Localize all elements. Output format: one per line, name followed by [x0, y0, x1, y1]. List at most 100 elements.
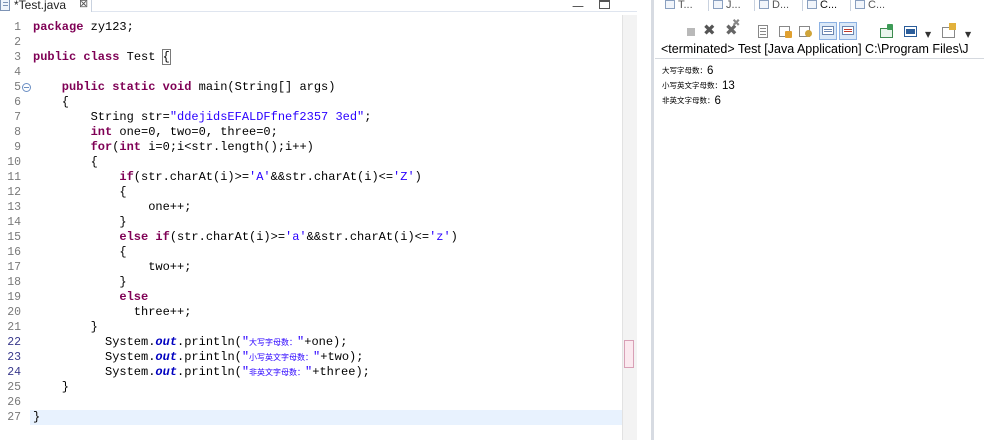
open-console-icon[interactable] [877, 22, 895, 40]
line-number: 11 [7, 171, 21, 184]
brace: } [119, 275, 127, 289]
code-line-12[interactable]: { [119, 185, 126, 200]
line-number: 27 [7, 411, 21, 424]
code-line-7[interactable]: String str="ddejidsEFALDFfnef2357 3ed"; [91, 110, 372, 125]
code-line-1[interactable]: package zy123; [33, 20, 134, 35]
line-number: 26 [7, 396, 21, 409]
code-line-18[interactable]: } [119, 275, 126, 290]
javadoc-icon [713, 0, 723, 9]
line-number-gutter: 1 2 3 4 5 6 7 8 9 10 11 12 13 14 15 16 17 18 19 20 21 22 23 24 2… [0, 15, 31, 440]
line-number: 18 [7, 276, 21, 289]
brace: { [61, 95, 69, 109]
ruler-marker[interactable] [624, 340, 634, 368]
line-number: 25 [7, 381, 21, 394]
code-line-8[interactable]: int one=0, two=0, three=0; [91, 125, 278, 140]
code-line-17[interactable]: two++; [148, 260, 191, 275]
code-line-23[interactable]: System.out.println("小写英文字母数："+two); [105, 350, 363, 366]
code-text: i=0;i<str.length();i++) [141, 140, 314, 154]
view-tab-label: T... [678, 0, 693, 11]
line-number: 12 [7, 186, 21, 199]
line-number: 21 [7, 321, 21, 334]
code-line-20[interactable]: three++; [134, 305, 192, 320]
code-line-14[interactable]: } [119, 215, 126, 230]
editor-tab-bar: *Test.java ⊠ — [0, 0, 637, 13]
code-line-9[interactable]: for(int i=0;i<str.length();i++) [91, 140, 314, 155]
display-selected-icon[interactable] [901, 22, 919, 40]
code-line-6[interactable]: { [62, 95, 69, 110]
line-number: 14 [7, 216, 21, 229]
code-line-25[interactable]: } [62, 380, 69, 395]
brace: } [119, 215, 127, 229]
line-number: 10 [7, 156, 21, 169]
code-line-10[interactable]: { [91, 155, 98, 170]
minimize-icon[interactable]: — [572, 0, 584, 13]
remove-launch-icon[interactable]: ✖ [701, 21, 719, 40]
scroll-lock-icon[interactable] [753, 22, 771, 40]
chevron-down-icon[interactable]: ▼ [965, 30, 971, 39]
pin-icon[interactable] [795, 22, 813, 40]
code-line-11[interactable]: if(str.charAt(i)>='A'&&str.charAt(i)<='Z… [119, 170, 421, 185]
terminate-icon[interactable] [681, 22, 699, 40]
brace: { [90, 155, 98, 169]
view-tab-tasks[interactable]: T... [665, 0, 693, 12]
code-text: &&str.charAt(i)<= [306, 230, 430, 244]
code-line-19[interactable]: else [119, 290, 148, 305]
show-stderr-icon[interactable] [839, 22, 857, 40]
overview-ruler[interactable] [622, 15, 637, 440]
pane-divider[interactable] [651, 0, 654, 440]
code-text: System. [105, 350, 156, 364]
code-text: two++; [148, 260, 192, 274]
code-area[interactable]: 1 2 3 4 5 6 7 8 9 10 11 12 13 14 15 16 17 18 19 20 21 22 23 24 2… [0, 15, 637, 440]
line-number: 13 [7, 201, 21, 214]
code-line-24[interactable]: System.out.println("非英文字母数："+three); [105, 365, 370, 381]
line-number: 19 [7, 291, 21, 304]
code-text: ) [450, 230, 458, 244]
word-wrap-icon[interactable] [775, 22, 793, 40]
code-line-13[interactable]: one++; [148, 200, 191, 215]
code-text: +three); [312, 365, 370, 379]
code-editor[interactable]: *Test.java ⊠ — 1 2 3 4 5 6 7 8 9 10 11 12 13 14 15 16 17… [0, 0, 637, 440]
code-line-5[interactable]: public static void main(String[] args) [62, 80, 336, 95]
line-number: 2 [14, 36, 21, 49]
code-text: +one); [304, 335, 348, 349]
console-output-line: 小写英文字母数：13 [662, 78, 735, 94]
console-icon [807, 0, 817, 9]
console-view[interactable]: T... J... D... C... C... ✖ ✖ ✖ ▼ ▼ <term… [655, 0, 984, 440]
code-text: .println( [177, 365, 242, 379]
collapse-icon[interactable] [22, 83, 31, 92]
static-field: out [155, 365, 178, 379]
tab-separator [754, 0, 755, 11]
view-tab-console[interactable]: C... [807, 0, 837, 12]
show-stdout-icon[interactable] [819, 22, 837, 40]
string-literal: 大写字母数： [249, 339, 298, 348]
close-icon[interactable]: ⊠ [79, 0, 88, 10]
code-line-16[interactable]: { [119, 245, 126, 260]
console-status: <terminated> Test [Java Application] C:\… [661, 42, 969, 56]
editor-tab-test-java[interactable]: *Test.java ⊠ [0, 0, 92, 12]
maximize-icon[interactable] [599, 0, 610, 9]
view-tab-javadoc[interactable]: J... [713, 0, 741, 12]
code-line-3[interactable]: public class Test { [33, 49, 171, 65]
view-tab-declaration[interactable]: D... [759, 0, 789, 12]
output-value: 6 [707, 65, 714, 77]
view-tab-bar: T... J... D... C... C... [655, 0, 984, 12]
new-console-icon[interactable] [939, 22, 957, 40]
code-line-22[interactable]: System.out.println("大写字母数："+one); [105, 335, 347, 351]
line-number: 24 [7, 366, 21, 379]
brace: } [33, 410, 41, 424]
tab-separator [850, 0, 851, 11]
code-line-15[interactable]: else if(str.charAt(i)>='a'&&str.charAt(i… [119, 230, 457, 245]
brace: } [61, 380, 69, 394]
chevron-down-icon[interactable]: ▼ [925, 30, 931, 39]
editor-tab-label: *Test.java [14, 0, 67, 12]
code-text: .println( [177, 335, 242, 349]
code-line-21[interactable]: } [91, 320, 98, 335]
code-line-27[interactable]: } [33, 410, 40, 425]
code-text: ) [414, 170, 422, 184]
output-label: 小写英文字母数： [662, 81, 722, 90]
view-tab-coverage[interactable]: C... [855, 0, 885, 12]
tasks-icon [665, 0, 675, 9]
line-number: 6 [14, 96, 21, 109]
remove-all-icon[interactable]: ✖ ✖ [723, 18, 741, 40]
keyword: for [90, 140, 113, 154]
